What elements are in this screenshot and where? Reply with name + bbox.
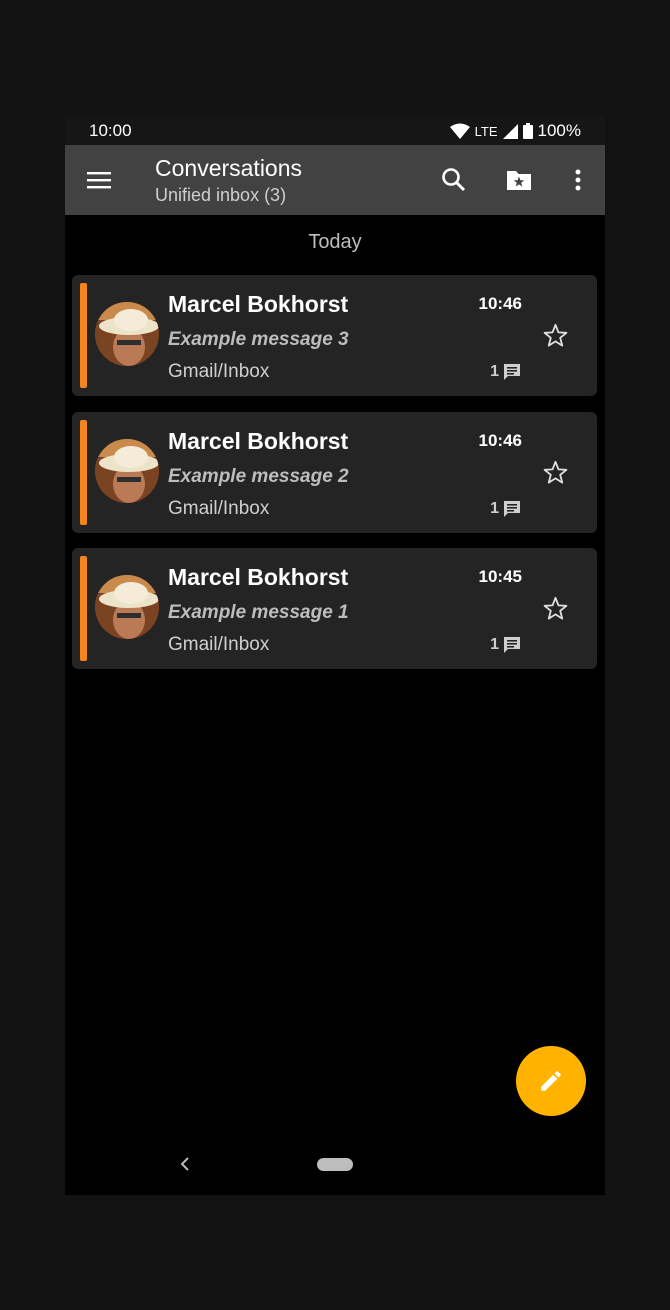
pencil-icon [541, 1071, 561, 1091]
sender-name: Marcel Bokhorst [168, 428, 349, 454]
search-icon[interactable] [439, 165, 469, 195]
unread-indicator [80, 556, 87, 661]
day-header: Today [308, 231, 362, 253]
avatar[interactable] [95, 302, 159, 366]
toolbar: Conversations Unified inbox (3) [65, 145, 605, 215]
message-icon [504, 364, 520, 380]
page-subtitle: Unified inbox (3) [155, 185, 287, 205]
page-title: Conversations [155, 155, 303, 181]
status-indicators: LTE 100% [449, 121, 581, 141]
message-card[interactable]: Marcel Bokhorst 10:46 Example message 3 … [72, 275, 597, 396]
star-icon[interactable] [542, 595, 569, 622]
toolbar-titles: Conversations Unified inbox (3) [155, 153, 302, 207]
unread-indicator [80, 283, 87, 388]
nav-home-button[interactable] [317, 1158, 353, 1171]
battery-level: 100% [537, 121, 581, 140]
star-icon[interactable] [542, 459, 569, 486]
avatar[interactable] [95, 439, 159, 503]
message-folder: Gmail/Inbox [168, 361, 270, 382]
message-folder: Gmail/Inbox [168, 634, 270, 655]
message-time: 10:45 [478, 567, 522, 586]
folder-star-icon[interactable] [504, 165, 534, 195]
message-subject: Example message 1 [168, 602, 349, 623]
message-count: 1 [490, 363, 499, 380]
signal-icon [502, 123, 518, 139]
message-icon [504, 501, 520, 517]
wifi-icon [449, 123, 470, 139]
nav-back-icon[interactable] [175, 1153, 195, 1175]
sender-name: Marcel Bokhorst [168, 291, 349, 317]
more-vert-icon[interactable] [563, 165, 593, 195]
status-bar: 10:00 LTE 100% [65, 115, 605, 145]
compose-button[interactable] [516, 1046, 586, 1116]
message-time: 10:46 [478, 294, 522, 313]
message-time: 10:46 [478, 431, 522, 450]
message-count: 1 [490, 636, 499, 653]
sender-name: Marcel Bokhorst [168, 564, 349, 590]
network-type: LTE [474, 123, 498, 139]
menu-icon[interactable] [83, 165, 115, 195]
phone-screen: 10:00 LTE 100% Conversations Unified inb… [65, 115, 605, 1195]
message-folder: Gmail/Inbox [168, 498, 270, 519]
message-count: 1 [490, 500, 499, 517]
message-subject: Example message 2 [168, 466, 349, 487]
message-subject: Example message 3 [168, 329, 349, 350]
message-card[interactable]: Marcel Bokhorst 10:45 Example message 1 … [72, 548, 597, 669]
message-card[interactable]: Marcel Bokhorst 10:46 Example message 2 … [72, 412, 597, 533]
avatar[interactable] [95, 575, 159, 639]
status-time: 10:00 [89, 121, 132, 140]
battery-icon [522, 123, 533, 139]
unread-indicator [80, 420, 87, 525]
message-icon [504, 637, 520, 653]
star-icon[interactable] [542, 322, 569, 349]
